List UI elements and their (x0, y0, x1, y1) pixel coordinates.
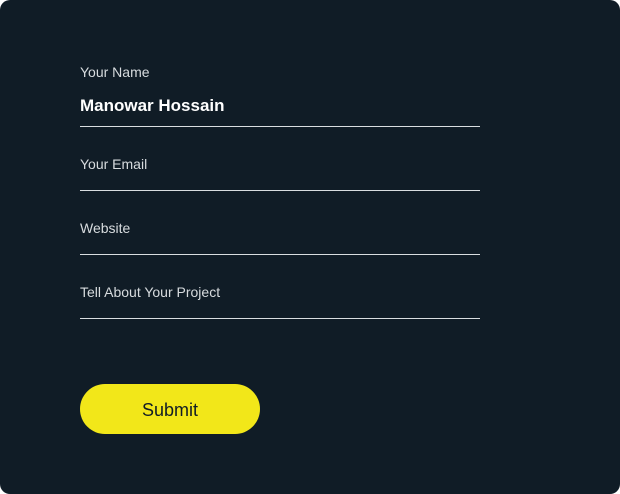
submit-button[interactable]: Submit (80, 384, 260, 434)
name-input[interactable]: Manowar Hossain (80, 95, 480, 117)
name-underline (80, 126, 480, 127)
website-underline (80, 254, 480, 255)
name-label: Your Name (80, 64, 150, 80)
project-label: Tell About Your Project (80, 284, 221, 300)
contact-form-card: Your Name Manowar Hossain Your Email Web… (0, 0, 620, 494)
email-label: Your Email (80, 156, 148, 172)
project-underline (80, 318, 480, 319)
email-underline (80, 190, 480, 191)
website-label: Website (80, 220, 131, 236)
